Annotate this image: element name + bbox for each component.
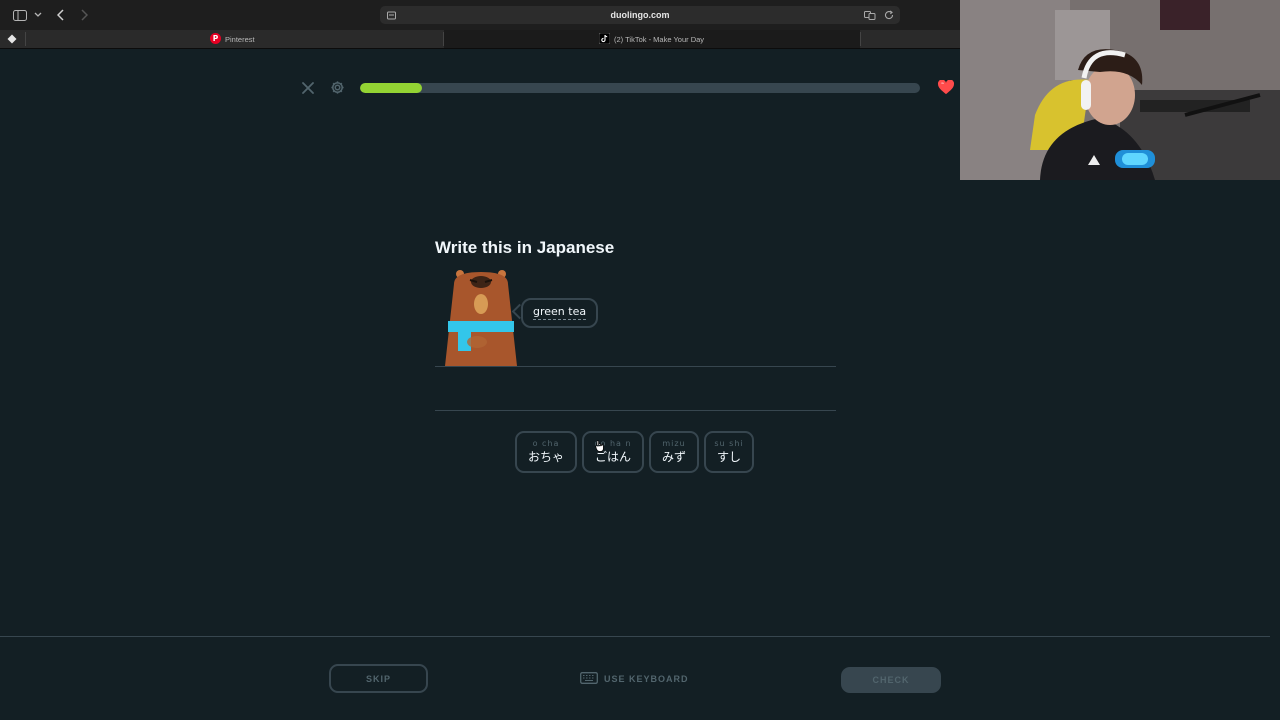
challenge-title: Write this in Japanese (435, 238, 615, 257)
word-tile-gohan[interactable]: go ha n ごはん (582, 431, 644, 473)
use-keyboard-button[interactable]: USE KEYBOARD (580, 672, 689, 686)
answer-area-line (435, 366, 836, 367)
tile-kana: すし (716, 450, 741, 464)
use-keyboard-label: USE KEYBOARD (604, 674, 689, 684)
tile-kana: みず (661, 450, 686, 464)
translate-icon[interactable] (864, 10, 876, 20)
pinned-tab-icon[interactable] (6, 33, 18, 45)
answer-area-line (435, 410, 836, 411)
word-tile-sushi[interactable]: su shi すし (704, 431, 754, 473)
page-settings-icon[interactable] (386, 10, 396, 20)
heart-icon[interactable] (936, 79, 956, 96)
lesson-progress-fill (360, 83, 422, 93)
mouse-cursor-icon (594, 439, 604, 452)
bear-character-illustration (440, 266, 522, 367)
address-bar[interactable]: duolingo.com (380, 6, 900, 24)
pinterest-icon: P (210, 32, 221, 46)
tile-reading: mizu (662, 439, 686, 448)
reload-icon[interactable] (884, 10, 894, 20)
sidebar-toggle-icon[interactable] (12, 8, 28, 22)
webcam-overlay (960, 0, 1280, 180)
url-text: duolingo.com (610, 10, 670, 20)
tab-pinterest[interactable]: P Pinterest (25, 30, 443, 48)
tile-kana: おちゃ (527, 450, 564, 464)
prompt-text[interactable]: green tea (533, 306, 587, 320)
tile-reading: su shi (714, 439, 744, 448)
check-button[interactable]: CHECK (841, 667, 941, 693)
speech-bubble[interactable]: green tea (521, 298, 599, 328)
close-icon[interactable] (300, 80, 316, 96)
tiktok-icon (598, 32, 611, 46)
tab-label: (2) TikTok - Make Your Day (614, 34, 705, 44)
footer-divider (0, 636, 1270, 637)
word-tile-ocha[interactable]: o cha おちゃ (515, 431, 577, 473)
chevron-down-icon[interactable] (33, 9, 43, 21)
forward-icon[interactable] (78, 8, 90, 22)
skip-button[interactable]: SKIP (329, 664, 428, 693)
tile-reading: o cha (532, 439, 560, 448)
svg-text:P: P (213, 34, 219, 43)
tab-label: Pinterest (225, 34, 255, 44)
streamer-webcam-image (960, 0, 1280, 180)
word-tile-mizu[interactable]: mizu みず (649, 431, 699, 473)
lesson-progress-bar (360, 83, 920, 93)
tab-tiktok[interactable]: (2) TikTok - Make Your Day (444, 30, 860, 48)
keyboard-icon (580, 672, 598, 686)
settings-gear-icon[interactable] (329, 79, 346, 96)
back-icon[interactable] (55, 8, 67, 22)
